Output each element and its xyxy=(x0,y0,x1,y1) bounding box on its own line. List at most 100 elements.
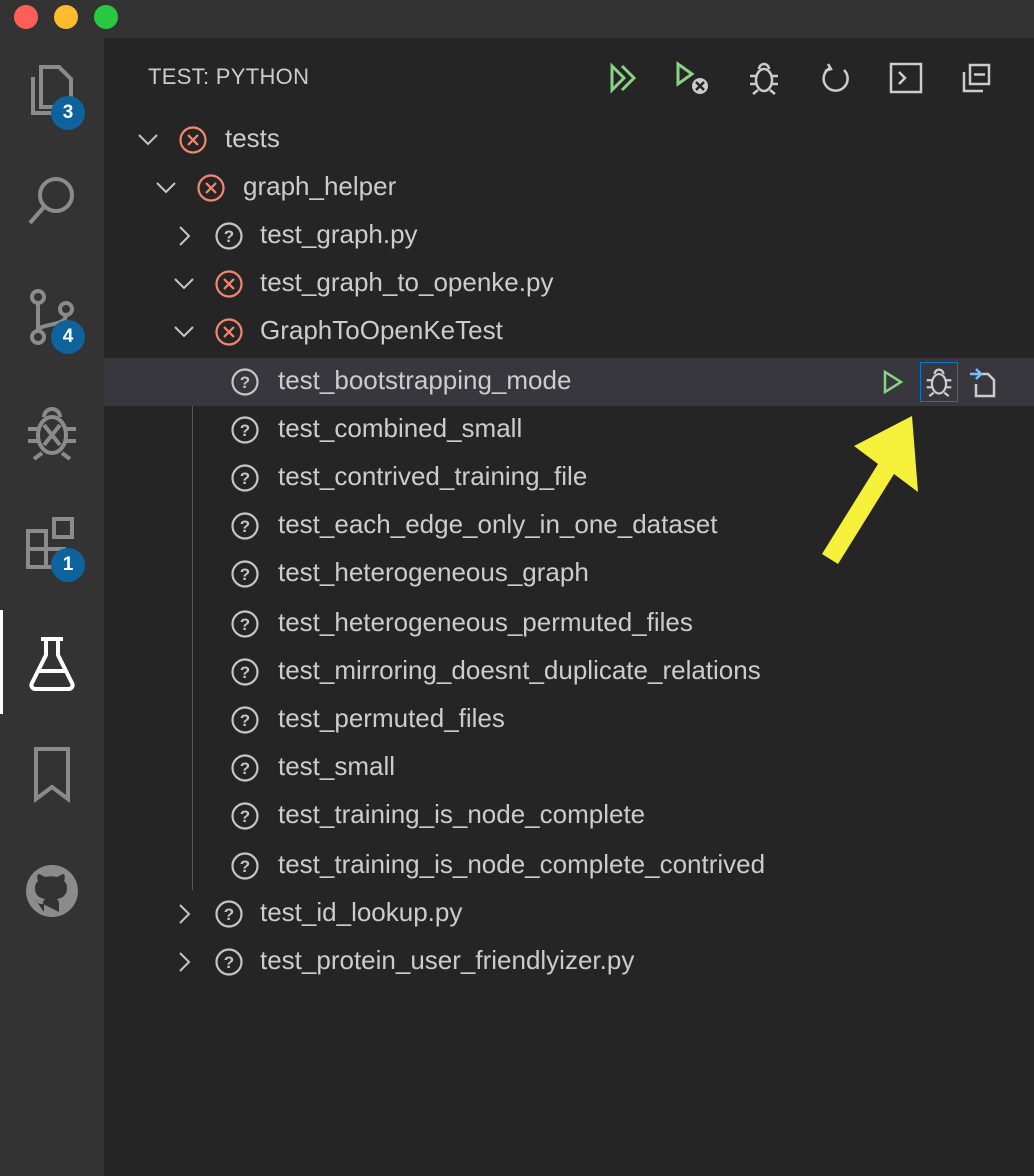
terminal-icon xyxy=(889,62,923,94)
activity-explorer[interactable]: 3 xyxy=(0,44,104,134)
run-test-button[interactable] xyxy=(874,362,912,402)
tree-item[interactable]: ? test_small xyxy=(104,744,1034,792)
tree-item-label: test_contrived_training_file xyxy=(278,461,588,491)
test-failed-icon xyxy=(179,126,207,154)
explorer-badge: 3 xyxy=(51,96,85,130)
tree-item[interactable]: tests xyxy=(104,116,1034,164)
svg-text:?: ? xyxy=(240,807,250,826)
run-all-icon xyxy=(610,62,637,94)
svg-text:?: ? xyxy=(240,615,250,634)
tree-item[interactable]: ? test_mirroring_doesnt_duplicate_relatio… xyxy=(104,648,1034,696)
tree-item[interactable]: ? test_training_is_node_complete_contrive… xyxy=(104,842,1034,890)
tree-item-label: test_id_lookup.py xyxy=(260,897,463,927)
show-output-button[interactable] xyxy=(884,56,928,100)
search-icon xyxy=(28,177,74,225)
activity-source-control[interactable]: 4 xyxy=(0,272,104,362)
test-failed-icon xyxy=(215,270,243,298)
tree-item[interactable]: ? test_training_is_node_complete xyxy=(104,792,1034,840)
svg-text:?: ? xyxy=(240,711,250,730)
zoom-window-button[interactable] xyxy=(94,5,118,29)
activity-test[interactable] xyxy=(0,618,104,708)
svg-text:?: ? xyxy=(240,421,250,440)
go-to-file-icon xyxy=(970,368,996,398)
chevron-right-icon[interactable] xyxy=(172,902,196,926)
debug-test-button[interactable] xyxy=(920,362,958,402)
chevron-down-icon[interactable] xyxy=(136,128,160,152)
test-unknown-icon: ? xyxy=(231,610,259,638)
activity-bookmarks[interactable] xyxy=(0,730,104,820)
debug-icon xyxy=(926,368,952,397)
debug-icon xyxy=(750,62,778,95)
svg-text:?: ? xyxy=(240,469,250,488)
refresh-tests-button[interactable] xyxy=(814,56,858,100)
debug-icon xyxy=(28,407,76,461)
tree-item-label: GraphToOpenKeTest xyxy=(260,315,503,345)
chevron-down-icon[interactable] xyxy=(172,272,196,296)
tree-item[interactable]: ? test_bootstrapping_mode xyxy=(104,358,1034,406)
chevron-down-icon[interactable] xyxy=(154,176,178,200)
tree-item[interactable]: test_graph_to_openke.py xyxy=(104,260,1034,308)
test-unknown-icon: ? xyxy=(231,658,259,686)
run-failed-icon xyxy=(676,61,708,94)
test-unknown-icon: ? xyxy=(215,222,243,250)
test-explorer-panel: TEST: PYTHON tests graph_helper ? test_g… xyxy=(104,38,1034,1176)
tree-item-label: test_heterogeneous_permuted_files xyxy=(278,607,693,637)
collapse-all-button[interactable] xyxy=(954,56,998,100)
tree-item-label: test_graph.py xyxy=(260,219,418,249)
activity-search[interactable] xyxy=(0,156,104,246)
svg-text:?: ? xyxy=(224,953,234,972)
svg-text:?: ? xyxy=(240,373,250,392)
extensions-badge: 1 xyxy=(51,548,85,582)
minimize-window-button[interactable] xyxy=(54,5,78,29)
tree-item[interactable]: ? test_id_lookup.py xyxy=(104,890,1034,938)
title-bar xyxy=(0,0,1034,38)
chevron-right-icon[interactable] xyxy=(172,950,196,974)
tree-item-label: test_protein_user_friendlyizer.py xyxy=(260,945,635,975)
test-unknown-icon: ? xyxy=(215,948,243,976)
svg-text:?: ? xyxy=(224,227,234,246)
svg-text:?: ? xyxy=(240,663,250,682)
tree-item-label: test_heterogeneous_graph xyxy=(278,557,589,587)
activity-github[interactable] xyxy=(0,846,104,936)
test-unknown-icon: ? xyxy=(231,560,259,588)
source-control-badge: 4 xyxy=(51,320,85,354)
svg-text:?: ? xyxy=(240,517,250,536)
run-failed-tests-button[interactable] xyxy=(670,56,714,100)
run-all-tests-button[interactable] xyxy=(602,56,646,100)
tree-item[interactable]: ? test_permuted_files xyxy=(104,696,1034,744)
test-unknown-icon: ? xyxy=(231,852,259,880)
activity-bar: 3 4 1 xyxy=(0,38,104,1176)
test-unknown-icon: ? xyxy=(231,706,259,734)
test-unknown-icon: ? xyxy=(231,464,259,492)
tree-item-label: tests xyxy=(225,123,280,153)
debug-tests-button[interactable] xyxy=(742,56,786,100)
play-icon xyxy=(883,369,904,395)
activity-extensions[interactable]: 1 xyxy=(0,498,104,588)
test-unknown-icon: ? xyxy=(231,512,259,540)
tree-item-label: test_training_is_node_complete_contrived xyxy=(278,849,766,879)
tree-item[interactable]: GraphToOpenKeTest xyxy=(104,308,1034,356)
tree-item-label: test_permuted_files xyxy=(278,703,505,733)
github-icon xyxy=(26,865,78,917)
annotation-arrow-icon xyxy=(822,416,918,564)
panel-title: TEST: PYTHON xyxy=(148,64,310,89)
tree-item-label: test_mirroring_doesnt_duplicate_relation… xyxy=(278,655,761,685)
tree-item-label: test_each_edge_only_in_one_dataset xyxy=(278,509,718,539)
close-window-button[interactable] xyxy=(14,5,38,29)
tree-item[interactable]: ? test_protein_user_friendlyizer.py xyxy=(104,938,1034,986)
tree-item-label: test_small xyxy=(278,751,396,781)
tree-item[interactable]: ? test_heterogeneous_permuted_files xyxy=(104,600,1034,648)
tree-item-label: test_combined_small xyxy=(278,413,523,443)
chevron-right-icon[interactable] xyxy=(172,224,196,248)
tree-item[interactable]: graph_helper xyxy=(104,164,1034,212)
chevron-down-icon[interactable] xyxy=(172,320,196,344)
tree-item-label: test_bootstrapping_mode xyxy=(278,365,572,395)
refresh-icon xyxy=(822,63,849,92)
tree-item-label: test_training_is_node_complete xyxy=(278,799,646,829)
go-to-test-button[interactable] xyxy=(964,362,1002,402)
tree-item[interactable]: ? test_graph.py xyxy=(104,212,1034,260)
activity-debug[interactable] xyxy=(0,386,104,476)
svg-text:?: ? xyxy=(240,857,250,876)
tree-item-label: graph_helper xyxy=(243,171,397,201)
svg-text:?: ? xyxy=(240,759,250,778)
